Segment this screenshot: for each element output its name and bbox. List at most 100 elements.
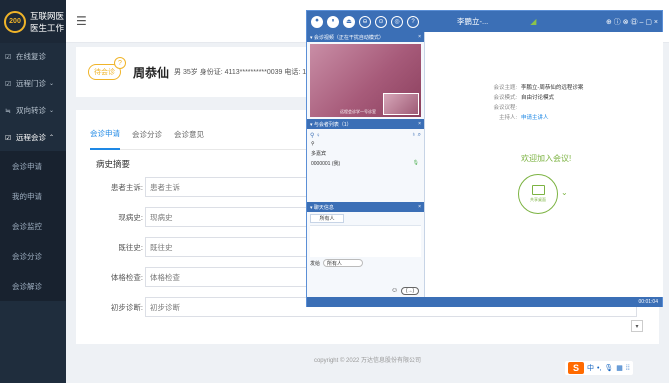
member-row[interactable]: 0000001 (我) 🎙	[307, 160, 424, 170]
video-conference-window: ⏺ ⏸ ⏏ ⊖ ⊙ ◎ ? 李鹏立-... ◢ ⊕ ⓘ ⊗ ㊐ – ▢ × ▾ …	[306, 10, 663, 307]
minus-circle-icon[interactable]: ⊖	[359, 15, 371, 28]
send-button[interactable]: (→)	[401, 287, 419, 295]
chevron-down-icon: ⌄	[49, 108, 55, 114]
members-tools: ⚲ ♀ ♁ ⌕	[307, 129, 424, 141]
info-row-agenda: 会议议程:	[426, 102, 663, 112]
record-icon[interactable]: ⏺	[311, 15, 323, 28]
member-name: 0000001 (我)	[311, 161, 341, 167]
info-label: 会议模式:	[493, 95, 517, 101]
info-label: 会议主题:	[493, 85, 517, 91]
close-icon[interactable]: ×	[418, 121, 421, 127]
nav-item-label: 在线复诊	[16, 52, 46, 61]
sub-item-consult-resolve[interactable]: 会诊解诊	[0, 271, 66, 301]
help-icon[interactable]: ?	[114, 57, 126, 69]
menu-toggle-icon[interactable]: ☰	[76, 14, 87, 28]
remote-video[interactable]: 远程会诊学一号诊室	[310, 44, 421, 117]
info-value: 自由讨论模式	[521, 95, 555, 101]
sub-item-consult-monitor[interactable]: 会诊监控	[0, 211, 66, 241]
call-timer: 00:01:04	[638, 299, 658, 305]
patient-meta: 男 35岁 身份证: 4113**********0039 电话: 13	[174, 69, 311, 76]
emoji-icon[interactable]: ☺	[391, 287, 398, 294]
share-desktop-button[interactable]: 共享桌面	[518, 174, 558, 214]
chat-send-row: 发给 所有人	[307, 257, 424, 269]
brand-title-line1: 互联网医	[30, 10, 65, 21]
ime-lang-toggle[interactable]: 中	[587, 363, 594, 373]
member-filter-icons[interactable]: ⚲ ♀	[310, 132, 321, 139]
info-label: 主持人:	[498, 115, 517, 121]
members-pane-header: ▾ 与会者列表（1） ×	[307, 119, 424, 129]
share-desktop-label: 共享桌面	[530, 197, 546, 202]
chat-tab-all[interactable]: 所有人	[310, 214, 344, 223]
tab-consult-opinion[interactable]: 会诊意见	[174, 120, 204, 150]
nav-item-remote-clinic[interactable]: ☑ 远程门诊 ⌄	[0, 70, 66, 97]
chevron-down-icon[interactable]: ⌄	[561, 188, 568, 197]
send-to-label: 发给	[310, 260, 321, 267]
vc-status-bar: 00:01:04	[307, 297, 662, 307]
member-group-label: 多嘉宾	[311, 151, 327, 157]
monitor-icon	[531, 185, 545, 195]
info-row-host: 主持人: 申请主讲人	[426, 112, 663, 122]
close-icon[interactable]: ×	[418, 34, 421, 40]
nav-item-label: 远程会诊	[16, 133, 46, 142]
nav-item-online-revisit[interactable]: ☑ 在线复诊	[0, 43, 66, 70]
info-row-mode: 会议模式: 自由讨论模式	[426, 92, 663, 102]
nav-item-label: 远程门诊	[16, 79, 46, 88]
video-pane-header: ▾ 会诊视频（正在干扰自动模式） ×	[307, 32, 424, 42]
member-group: 多嘉宾	[307, 150, 424, 160]
member-search-icons[interactable]: ♁ ⌕	[411, 132, 421, 139]
sub-item-consult-triage[interactable]: 会诊分诊	[0, 241, 66, 271]
target-icon[interactable]: ◎	[391, 15, 403, 28]
dropdown-circle-icon[interactable]: ⊙	[375, 15, 387, 28]
eject-icon[interactable]: ⏏	[343, 15, 355, 28]
checkbox-icon: ☑	[5, 134, 12, 142]
pause-icon[interactable]: ⏸	[327, 15, 339, 28]
chat-pane-header: ▾ 聊天信息 ×	[307, 202, 424, 212]
form-label: 患者主诉:	[110, 182, 143, 192]
nav-menu: ☑ 在线复诊 ☑ 远程门诊 ⌄ ≒ 双向转诊 ⌄ ☑ 远程会诊 ⌃ 会诊申请 我…	[0, 43, 66, 301]
nav-item-referral[interactable]: ≒ 双向转诊 ⌄	[0, 97, 66, 124]
sub-item-my-apply[interactable]: 我的申请	[0, 181, 66, 211]
sub-item-consult-apply[interactable]: 会诊申请	[0, 151, 66, 181]
brand-title-line2: 医生工作	[30, 22, 65, 33]
nav-item-label: 双向转诊	[16, 106, 46, 115]
scroll-down-button[interactable]: ▾	[631, 320, 643, 332]
request-presenter-link[interactable]: 申请主讲人	[521, 113, 549, 121]
sogou-logo-icon[interactable]: S	[568, 362, 584, 374]
form-label: 体格检查:	[110, 272, 143, 282]
search-icon[interactable]: ⚲	[311, 141, 315, 147]
brand-logo: 200	[4, 10, 26, 33]
chevron-up-icon: ⌃	[49, 135, 55, 141]
members-search-row: ⚲	[307, 141, 424, 150]
help-icon[interactable]: ?	[407, 15, 419, 28]
form-label: 现病史:	[118, 212, 143, 222]
video-pane-title: ▾ 会诊视频（正在干扰自动模式）	[310, 34, 384, 41]
status-tag-label: 待会诊	[94, 69, 115, 76]
brand-title: 互联网医 医生工作	[30, 10, 66, 34]
microphone-icon[interactable]: 🎙	[413, 160, 419, 170]
chat-pane-title: ▾ 聊天信息	[310, 204, 334, 211]
info-value: 李鹏立-周恭仙的远程诊案	[521, 85, 584, 91]
tab-consult-triage[interactable]: 会诊分诊	[132, 120, 162, 150]
status-tag: 待会诊 ?	[88, 57, 126, 80]
send-target-select[interactable]: 所有人	[323, 259, 364, 267]
brand: 200 互联网医 医生工作	[0, 0, 66, 43]
form-label: 既往史:	[118, 242, 143, 252]
close-icon[interactable]: ×	[418, 204, 421, 210]
keyboard-icon[interactable]: ▦	[616, 364, 623, 372]
grid-menu-icon[interactable]: ⁞⁞	[626, 365, 630, 372]
vc-info-panel: 会议主题: 李鹏立-周恭仙的远程诊案 会议模式: 自由讨论模式 会议议程: 主持…	[426, 32, 663, 297]
nav-item-remote-consultation[interactable]: ☑ 远程会诊 ⌃	[0, 124, 66, 151]
checkbox-icon: ☑	[5, 80, 12, 88]
window-controls[interactable]: ⊕ ⓘ ⊗ ㊐ – ▢ ×	[606, 17, 658, 27]
signal-icon: ◢	[530, 17, 537, 26]
punctuation-icon[interactable]: •,	[597, 365, 601, 372]
vc-caption: 李鹏立-...	[457, 17, 489, 26]
vc-left-panel: ▾ 会诊视频（正在干扰自动模式） × 远程会诊学一号诊室 ▾ 与会者列表（1） …	[307, 32, 425, 297]
chevron-down-icon: ⌄	[49, 81, 55, 87]
checkbox-icon: ☑	[5, 53, 12, 61]
info-row-topic: 会议主题: 李鹏立-周恭仙的远程诊案	[426, 82, 663, 92]
tab-consult-apply[interactable]: 会诊申请	[90, 120, 120, 150]
vc-toolbar: ⏺ ⏸ ⏏ ⊖ ⊙ ◎ ? 李鹏立-... ◢ ⊕ ⓘ ⊗ ㊐ – ▢ ×	[307, 11, 662, 32]
microphone-icon[interactable]: 🎙	[604, 364, 613, 372]
local-video[interactable]	[383, 93, 419, 115]
